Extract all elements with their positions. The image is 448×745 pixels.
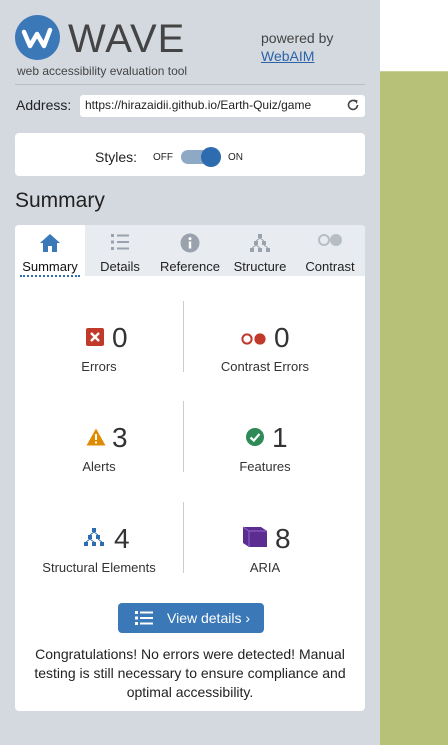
contrast-icon [317, 233, 343, 250]
reload-icon[interactable] [346, 98, 360, 117]
errors-label: Errors [81, 359, 117, 374]
styles-label: Styles: [95, 149, 138, 165]
address-input[interactable]: https://hirazaidii.github.io/Earth-Quiz/… [85, 98, 339, 112]
toggle-knob[interactable] [201, 147, 221, 167]
address-field[interactable]: https://hirazaidii.github.io/Earth-Quiz/… [80, 95, 365, 117]
tab-label: Structure [233, 259, 287, 274]
tab-label: Summary [22, 259, 78, 274]
tab-label: Details [100, 259, 140, 274]
contrast-error-icon [241, 332, 267, 350]
app-name: WAVE [68, 17, 186, 61]
hierarchy-icon [249, 233, 271, 256]
summary-message: Congratulations! No errors were detected… [34, 646, 346, 700]
errors-count: 0 [112, 322, 128, 353]
error-icon [86, 328, 104, 351]
tagline: web accessibility evaluation tool [17, 64, 188, 78]
styles-on-label: ON [228, 152, 243, 163]
tab-summary[interactable]: Summary [15, 225, 85, 277]
alerts-label: Alerts [82, 459, 116, 474]
features-label: Features [239, 459, 291, 474]
header: WAVE web accessibility evaluation tool p… [0, 0, 380, 85]
tab-reference[interactable]: Reference [155, 225, 225, 276]
tab-contrast[interactable]: Contrast [295, 225, 365, 276]
home-icon [39, 233, 61, 256]
active-tab-indicator [20, 275, 80, 277]
structural-count: 4 [114, 523, 130, 554]
tab-bar: Summary Details Reference Structure Cont… [15, 225, 365, 277]
structure-icon [83, 527, 105, 552]
alert-icon [86, 428, 106, 451]
styles-off-label: OFF [153, 152, 173, 163]
tab-details[interactable]: Details [85, 225, 155, 276]
wave-logo-icon[interactable] [15, 15, 60, 60]
features-count: 1 [272, 422, 288, 453]
summary-panel: Summary Details Reference Structure Cont… [15, 225, 365, 711]
view-details-button[interactable]: View details › [118, 603, 264, 633]
tab-label: Contrast [305, 259, 355, 274]
view-details-label: View details › [167, 610, 251, 626]
wave-sidebar: WAVE web accessibility evaluation tool p… [0, 0, 380, 745]
page-content-divider [380, 71, 448, 72]
styles-toggle-panel: Styles: OFF ON [15, 133, 365, 176]
alerts-count: 3 [112, 422, 128, 453]
section-title: Summary [15, 189, 105, 212]
tab-structure[interactable]: Structure [225, 225, 295, 276]
aria-label: ARIA [249, 560, 281, 575]
list-icon [135, 610, 153, 629]
powered-by-text: powered by [261, 30, 334, 46]
header-divider [15, 84, 365, 85]
structural-label: Structural Elements [42, 560, 156, 575]
tab-label: Reference [160, 259, 220, 274]
feature-icon [246, 428, 264, 451]
info-icon [180, 233, 200, 256]
address-label: Address: [16, 97, 72, 113]
list-icon [110, 233, 130, 254]
aria-count: 8 [275, 523, 291, 554]
webaim-link[interactable]: WebAIM [261, 48, 314, 64]
page-content-header [380, 0, 448, 71]
contrast-errors-label: Contrast Errors [220, 359, 310, 374]
styles-toggle[interactable] [181, 147, 221, 167]
aria-icon [242, 525, 268, 554]
contrast-errors-count: 0 [274, 322, 290, 353]
